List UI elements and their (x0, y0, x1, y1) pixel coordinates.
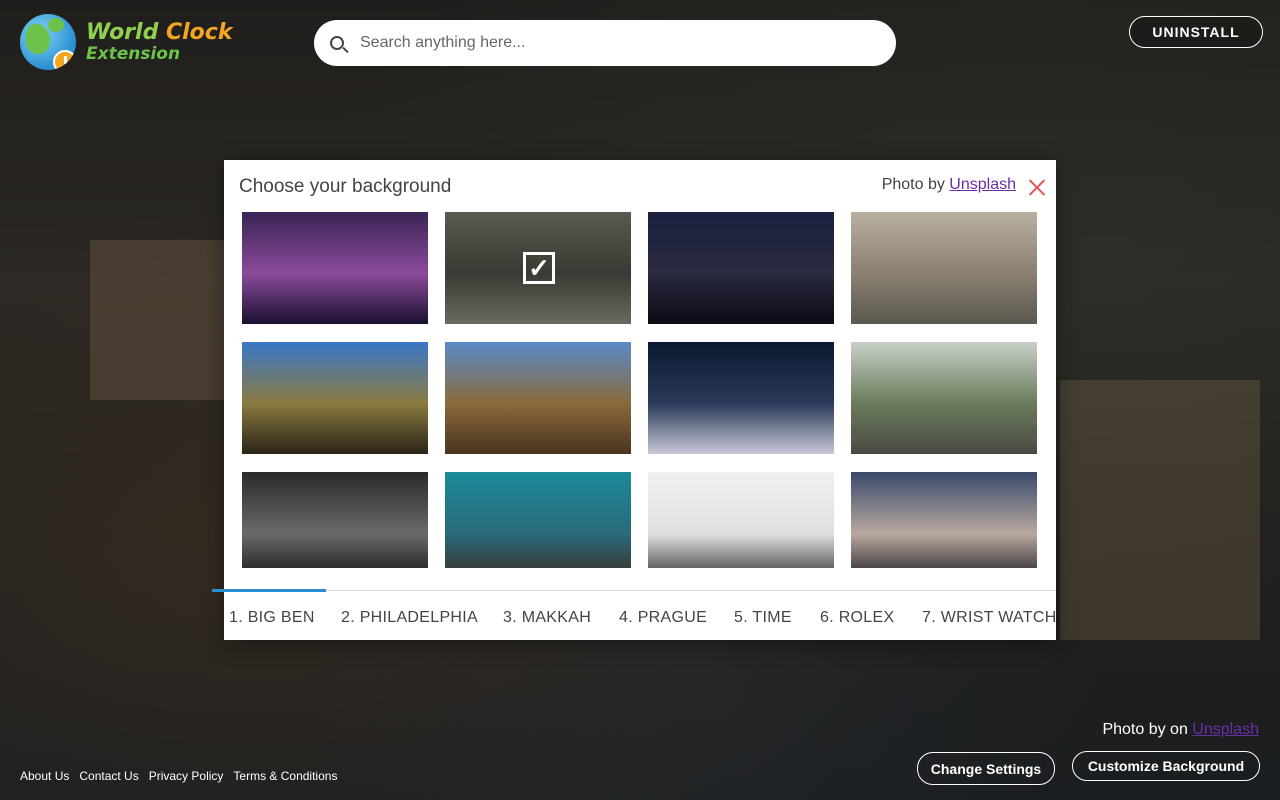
bottom-photo-credit-label: Photo by on (1102, 721, 1193, 738)
close-icon[interactable] (1028, 178, 1046, 196)
background-thumbnail[interactable] (445, 342, 631, 454)
selected-check-icon: ✓ (523, 252, 555, 284)
photo-credit: Photo by Unsplash (882, 176, 1016, 194)
background-thumbnail-grid: ✓ (242, 212, 1038, 568)
background-thumbnail[interactable] (851, 342, 1037, 454)
background-building (1060, 380, 1260, 640)
category-tabs: 1. BIG BEN 2. PHILADELPHIA 3. MAKKAH 4. PRA… (212, 589, 1057, 641)
bottom-photo-credit: Photo by on Unsplash (1102, 721, 1259, 739)
logo-text: World Clock Extension (86, 19, 233, 64)
background-thumbnail[interactable] (648, 472, 834, 568)
bottom-unsplash-link[interactable]: Unsplash (1192, 721, 1259, 738)
logo-word-extension: Extension (86, 43, 181, 64)
category-tab[interactable]: 7. WRIST WATCH (922, 609, 1057, 627)
logo-word-world: World (86, 19, 166, 45)
active-tab-indicator (212, 589, 326, 592)
change-settings-button[interactable]: Change Settings (917, 752, 1055, 785)
background-thumbnail[interactable]: ✓ (445, 212, 631, 324)
search-input[interactable] (358, 33, 862, 53)
background-thumbnail[interactable] (851, 472, 1037, 568)
choose-background-dialog: Choose your background Photo by Unsplash… (212, 160, 1057, 641)
dialog-title: Choose your background (239, 176, 452, 197)
uninstall-button[interactable]: UNINSTALL (1129, 16, 1263, 48)
footer-link[interactable]: Privacy Policy (149, 769, 224, 783)
background-thumbnail[interactable] (445, 472, 631, 568)
background-building (90, 240, 230, 400)
background-thumbnail[interactable] (242, 472, 428, 568)
background-thumbnail[interactable] (648, 212, 834, 324)
unsplash-link[interactable]: Unsplash (949, 176, 1016, 193)
category-tab[interactable]: 4. PRAGUE (619, 609, 707, 627)
search-icon[interactable] (330, 36, 344, 50)
category-tab[interactable]: 2. PHILADELPHIA (341, 609, 478, 627)
globe-icon (20, 14, 76, 70)
logo[interactable]: World Clock Extension (20, 14, 232, 70)
customize-background-button[interactable]: Customize Background (1072, 751, 1260, 781)
logo-word-clock: Clock (165, 19, 233, 45)
footer-link[interactable]: About Us (20, 769, 69, 783)
category-tab[interactable]: 6. ROLEX (820, 609, 894, 627)
background-thumbnail[interactable] (242, 212, 428, 324)
search-bar[interactable] (314, 20, 896, 66)
photo-credit-label: Photo by (881, 176, 950, 193)
footer-link[interactable]: Terms & Conditions (233, 769, 337, 783)
category-tab[interactable]: 3. MAKKAH (503, 609, 591, 627)
background-thumbnail[interactable] (242, 342, 428, 454)
footer-links: About Us Contact Us Privacy Policy Terms & … (20, 769, 337, 783)
background-thumbnail[interactable] (851, 212, 1037, 324)
background-thumbnail[interactable] (648, 342, 834, 454)
category-tab[interactable]: 5. TIME (734, 609, 792, 627)
clock-icon (53, 50, 76, 70)
footer-link[interactable]: Contact Us (79, 769, 138, 783)
category-tab[interactable]: 1. BIG BEN (229, 609, 315, 627)
